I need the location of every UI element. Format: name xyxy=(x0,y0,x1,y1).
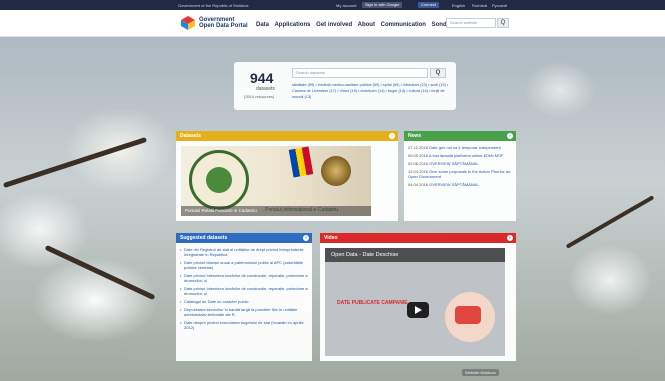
news-date: 09.09.2016 xyxy=(408,153,429,158)
chevron-right-icon[interactable]: › xyxy=(303,235,309,241)
top-bar: Government of the Republic of Moldova My… xyxy=(0,0,665,10)
suggested-list: Date din Registrul de stat al unităților… xyxy=(176,243,312,330)
dataset-count: 944 xyxy=(250,70,274,86)
news-text: A fost lansată platforma online EDMI.MOF xyxy=(428,153,504,158)
dataset-search-input[interactable]: Search datasets xyxy=(292,68,428,78)
dataset-count-label: datasets xyxy=(256,86,275,92)
suggested-item[interactable]: Date privind bilanțul anual a patrimoniu… xyxy=(180,260,308,270)
news-text: OVERVIEW SĂPTĂMÂNAL xyxy=(429,161,479,166)
news-item[interactable]: 04.04.2016 OVERVIEW SĂPTĂMÂNAL xyxy=(408,182,512,187)
nav-data[interactable]: Data xyxy=(256,22,269,28)
chevron-right-icon[interactable]: › xyxy=(507,235,513,241)
video-title-bar: Open Data - Date Deschise xyxy=(325,248,505,262)
site-search-button[interactable]: Q xyxy=(497,18,509,28)
nav-about[interactable]: About xyxy=(358,22,375,28)
news-item[interactable]: 27.12.2016 Date geo noi ca 4 temporar in… xyxy=(408,145,512,150)
tree-branch xyxy=(44,244,156,301)
tree-branch xyxy=(565,195,655,249)
chevron-right-icon[interactable]: › xyxy=(389,133,395,139)
dataset-search-button[interactable]: Q xyxy=(430,68,446,78)
my-account-link[interactable]: My account xyxy=(336,3,356,8)
logo-line2: Open Data Portal xyxy=(199,23,248,29)
moldova-flag-image xyxy=(288,146,314,178)
footer-badge[interactable]: Website Moldova xyxy=(462,369,499,376)
suggested-item[interactable]: Date privind înlesnirea lucrărilor de co… xyxy=(180,273,308,283)
suggested-item[interactable]: Catalogul de Date cu caracter public xyxy=(180,299,308,304)
suggested-item[interactable]: Date despre privind executarea bugetului… xyxy=(180,320,308,330)
lang-english[interactable]: English xyxy=(452,3,465,8)
news-list: 27.12.2016 Date geo noi ca 4 temporar in… xyxy=(404,141,516,187)
carousel-caption-2: Portalul informațional e-Cadastru xyxy=(265,207,339,213)
news-item[interactable]: 12.04.2016 Give some proposals to the Ac… xyxy=(408,169,512,179)
facebook-connect-label: Connect xyxy=(421,2,436,7)
news-date: 02.06.2016 xyxy=(408,161,429,166)
news-date: 27.12.2016 xyxy=(408,145,429,150)
video-panel-title: Video xyxy=(324,235,338,241)
news-panel-header: News › xyxy=(404,131,516,141)
suggested-datasets-panel: Suggested datasets › Date din Registrul … xyxy=(176,233,312,361)
nav-get-involved[interactable]: Get involved xyxy=(316,22,352,28)
video-art-text: DATE PUBLICATE CAMPANIE xyxy=(337,300,408,306)
datasets-summary: 944 datasets (3514 resources) Search dat… xyxy=(234,62,456,110)
video-panel: Video › Open Data - Date Deschise DATE P… xyxy=(320,233,516,361)
suggested-item[interactable]: Depozitarea serviciilor în bandă largă l… xyxy=(180,307,308,317)
datasets-panel-header: Datasets › xyxy=(176,131,398,141)
suggested-panel-header: Suggested datasets › xyxy=(176,233,312,243)
news-item[interactable]: 02.06.2016 OVERVIEW SĂPTĂMÂNAL xyxy=(408,161,512,166)
suggested-panel-title: Suggested datasets xyxy=(180,235,228,241)
suggested-item[interactable]: Date privind înlesnirea lucrărilor de co… xyxy=(180,286,308,296)
news-panel-title: News xyxy=(408,133,422,139)
news-text: Date geo noi ca 4 temporar independent xyxy=(429,145,501,150)
play-icon[interactable] xyxy=(407,302,429,318)
header: Government Open Data Portal Data Applica… xyxy=(0,10,665,37)
suggested-item[interactable]: Date din Registrul de stat al unităților… xyxy=(180,247,308,257)
news-panel: News › 27.12.2016 Date geo noi ca 4 temp… xyxy=(404,131,516,221)
logo-text[interactable]: Government Open Data Portal xyxy=(199,17,248,29)
chevron-right-icon[interactable]: › xyxy=(507,133,513,139)
popular-tags[interactable]: sănătate (99) • instituții medico-sanita… xyxy=(292,82,452,100)
video-player[interactable]: Open Data - Date Deschise DATE PUBLICATE… xyxy=(325,248,505,356)
tree-branch xyxy=(2,136,148,189)
nav-communication[interactable]: Communication xyxy=(381,22,426,28)
datasets-panel: Datasets › Portalul Relatii Funciare si … xyxy=(176,131,398,221)
news-item[interactable]: 09.09.2016 A fost lansată platforma onli… xyxy=(408,153,512,158)
cadastre-seal-logo xyxy=(189,150,249,210)
logo-cube-icon[interactable] xyxy=(180,15,196,31)
main-nav: Data Applications Get involved About Com… xyxy=(256,22,459,28)
video-title: Open Data - Date Deschise xyxy=(331,252,399,258)
lang-russian[interactable]: Русский xyxy=(492,3,507,8)
video-panel-header: Video › xyxy=(320,233,516,243)
site-search-input[interactable]: Search website xyxy=(446,18,496,28)
datasets-panel-title: Datasets xyxy=(180,133,201,139)
gov-link[interactable]: Government of the Republic of Moldova xyxy=(178,3,248,8)
google-signin-button[interactable]: Sign in with Google xyxy=(362,2,403,8)
lang-romana[interactable]: Română xyxy=(472,3,487,8)
nav-applications[interactable]: Applications xyxy=(274,22,310,28)
datasets-carousel-image[interactable]: Portalul Relatii Funciare si Cadastru Po… xyxy=(181,146,371,216)
compass-image xyxy=(321,156,351,186)
resource-count: (3514 resources) xyxy=(244,94,275,99)
google-signin-label: Sign in with Google xyxy=(365,2,400,7)
facebook-connect-button[interactable]: Connect xyxy=(418,2,439,8)
news-text: OVERVIEW SĂPTĂMÂNAL xyxy=(429,182,479,187)
news-date: 04.04.2016 xyxy=(408,182,429,187)
video-illustration-bus xyxy=(455,306,481,324)
